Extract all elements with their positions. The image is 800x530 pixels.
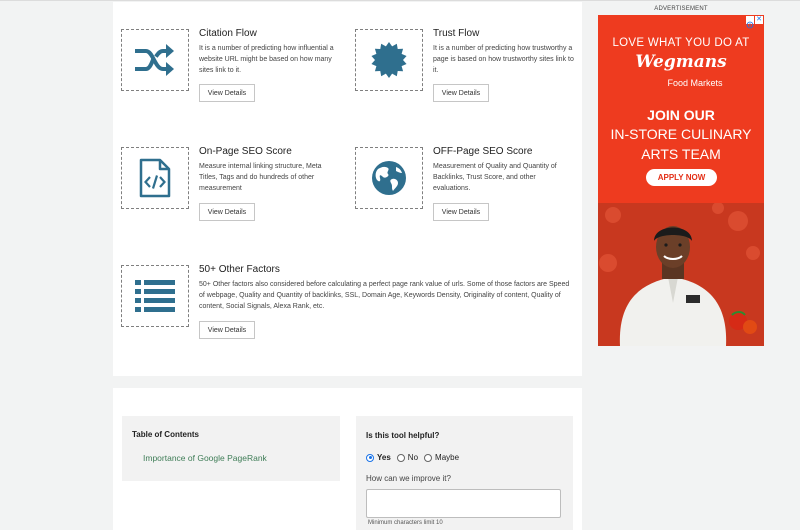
bottom-card: Table of Contents Importance of Google P… — [113, 388, 582, 530]
feature-icon-box — [121, 147, 189, 209]
radio-no[interactable]: No — [396, 453, 419, 462]
min-chars-note: Minimum characters limit 10 — [368, 520, 443, 526]
feedback-panel: Is this tool helpful? Yes No Maybe How c… — [356, 416, 573, 530]
feature-title: Trust Flow — [433, 28, 480, 39]
feature-icon-box — [355, 29, 423, 91]
ad-close-icon[interactable]: ✕ — [755, 16, 763, 24]
feature-title: Citation Flow — [199, 28, 257, 39]
ad-chef-photo — [598, 203, 764, 346]
ad-brand-logo: Wegmans — [635, 52, 727, 72]
feature-description: Measure internal linking structure, Meta… — [199, 163, 322, 192]
radio-maybe[interactable]: Maybe — [424, 453, 459, 462]
feature-description: Measurement of Quality and Quantity of B… — [433, 163, 557, 192]
radio-yes[interactable]: Yes — [366, 453, 391, 462]
globe-icon — [372, 161, 406, 195]
shuffle-icon — [135, 44, 174, 76]
radio-label: Maybe — [435, 453, 460, 462]
radio-circle[interactable] — [366, 453, 374, 462]
radio-circle[interactable] — [424, 453, 433, 462]
view-details-button[interactable]: View Details — [433, 84, 489, 102]
feature-icon-box — [355, 147, 423, 209]
feature-title: 50+ Other Factors — [199, 264, 280, 275]
code-file-icon — [139, 158, 171, 198]
improve-label: How can we improve it? — [366, 474, 451, 483]
feature-title: On-Page SEO Score — [199, 146, 292, 157]
feature-icon-box — [121, 29, 189, 91]
list-icon — [135, 280, 175, 312]
ad-headline: JOIN OUR — [647, 107, 715, 123]
feedback-options: Yes No Maybe — [366, 453, 465, 462]
view-details-button[interactable]: View Details — [199, 84, 255, 102]
ad-apply-button[interactable]: APPLY NOW — [646, 169, 717, 186]
improve-input[interactable] — [366, 489, 561, 518]
features-card: Citation Flow It is a number of predicti… — [113, 2, 582, 376]
feature-description: It is a number of predicting how influen… — [199, 45, 334, 74]
badge-icon — [371, 42, 407, 78]
feature-description: It is a number of predicting how trustwo… — [433, 45, 574, 74]
feedback-title: Is this tool helpful? — [366, 431, 440, 440]
ad-info-icon[interactable] — [746, 16, 754, 29]
view-details-button[interactable]: View Details — [199, 321, 255, 339]
radio-circle[interactable] — [396, 453, 405, 462]
table-of-contents: Table of Contents Importance of Google P… — [122, 416, 340, 481]
radio-label: Yes — [377, 453, 391, 462]
feature-title: OFF-Page SEO Score — [433, 146, 533, 157]
toc-link-importance[interactable]: Importance of Google PageRank — [143, 453, 267, 463]
feature-description: 50+ Other factors also considered before… — [199, 281, 570, 310]
feature-icon-box — [121, 265, 189, 327]
ad-tagline: LOVE WHAT YOU DO AT — [612, 37, 750, 49]
ad-subheadline: IN-STORE CULINARY ARTS TEAM — [610, 126, 752, 162]
view-details-button[interactable]: View Details — [199, 203, 255, 221]
advertisement-label: ADVERTISEMENT — [654, 6, 708, 12]
advertisement-banner[interactable]: ✕ LOVE WHAT YOU DO AT Wegmans Food Marke… — [598, 15, 764, 346]
toc-title: Table of Contents — [132, 430, 199, 439]
top-divider — [0, 0, 800, 1]
radio-label: No — [407, 453, 419, 462]
ad-brand-subtitle: Food Markets — [667, 78, 723, 88]
view-details-button[interactable]: View Details — [433, 203, 489, 221]
